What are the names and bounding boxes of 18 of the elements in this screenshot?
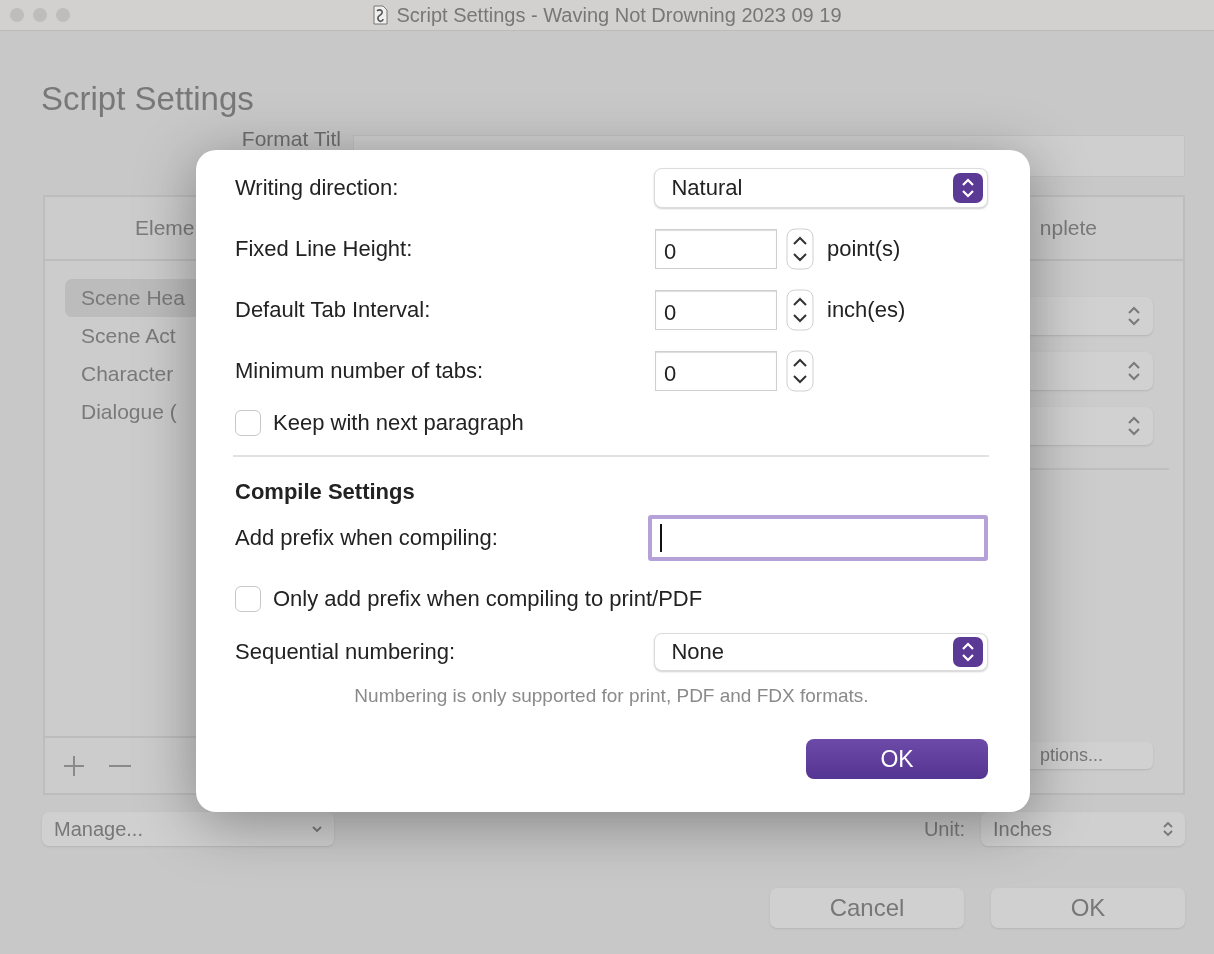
- field-label: Sequential numbering:: [235, 639, 457, 665]
- field-label: Writing direction:: [235, 175, 400, 201]
- field-label: Fixed Line Height:: [235, 236, 414, 262]
- unit-text: inch(es): [827, 297, 906, 323]
- window-title: Script Settings - Waving Not Drowning 2023 09 19: [396, 3, 842, 27]
- section-title: Compile Settings: [235, 478, 416, 506]
- checkbox-label: Keep with next paragraph: [273, 410, 524, 436]
- page-heading: Script Settings: [41, 79, 255, 119]
- field-label: Add prefix when compiling:: [235, 525, 499, 551]
- field-label: Format Titl: [240, 128, 342, 150]
- column-header: nplete: [1039, 216, 1098, 240]
- field-label: Default Tab Interval:: [235, 297, 432, 323]
- unit-label: Unit:: [923, 817, 965, 841]
- field-label: Minimum number of tabs:: [235, 358, 485, 384]
- checkbox-label: Only add prefix when compiling to print/PDF: [273, 586, 703, 612]
- note-text: Numbering is only supported for print, PDF and FDX formats.: [353, 684, 870, 708]
- unit-text: point(s): [827, 236, 901, 262]
- column-header: Eleme: [134, 216, 195, 240]
